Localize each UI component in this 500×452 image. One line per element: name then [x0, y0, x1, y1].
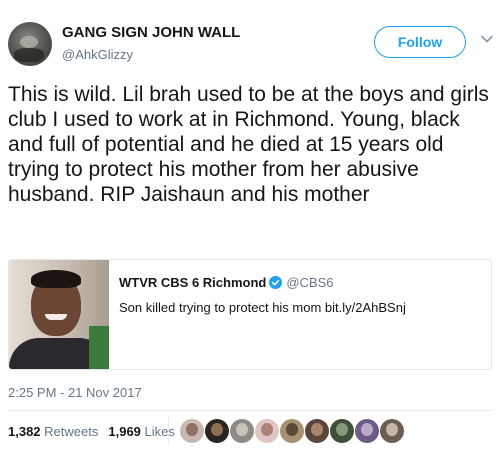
quoted-tweet-body: WTVR CBS 6 Richmond @CBS6 Son killed try… [119, 274, 483, 315]
avatar-shadow [14, 48, 44, 62]
image-hair [31, 270, 81, 288]
tweet-header: GANG SIGN JOHN WALL @AhkGlizzy Follow [8, 20, 494, 70]
stats-divider [8, 410, 492, 411]
liker-face [186, 423, 198, 436]
tweet-stats: 1,382 Retweets 1,969 Likes [8, 424, 175, 439]
liker-avatar[interactable] [255, 419, 279, 443]
liker-avatar[interactable] [380, 419, 404, 443]
retweets-count: 1,382 [8, 424, 41, 439]
liker-face [286, 423, 298, 436]
avatar-highlight [20, 36, 38, 48]
liker-avatar[interactable] [330, 419, 354, 443]
liker-face [211, 423, 223, 436]
liker-avatar[interactable] [355, 419, 379, 443]
chevron-down-icon[interactable] [480, 32, 494, 46]
stats-separator [168, 417, 169, 445]
liker-face [336, 423, 348, 436]
liker-avatar[interactable] [205, 419, 229, 443]
author-handle[interactable]: @AhkGlizzy [62, 47, 240, 62]
likes-count: 1,969 [108, 424, 141, 439]
author-display-name[interactable]: GANG SIGN JOHN WALL [62, 24, 240, 41]
quoted-handle[interactable]: @CBS6 [286, 275, 333, 290]
liker-avatar[interactable] [305, 419, 329, 443]
liker-face [261, 423, 273, 436]
quoted-tweet[interactable]: WTVR CBS 6 Richmond @CBS6 Son killed try… [8, 259, 492, 370]
liker-avatar[interactable] [230, 419, 254, 443]
retweets-label: Retweets [44, 424, 99, 439]
quoted-tweet-image[interactable] [9, 260, 109, 369]
follow-button[interactable]: Follow [374, 26, 466, 58]
likes-stat[interactable]: 1,969 Likes [108, 424, 175, 439]
liker-face [311, 423, 323, 436]
tweet-timestamp[interactable]: 2:25 PM - 21 Nov 2017 [8, 385, 142, 400]
author-avatar[interactable] [8, 22, 52, 66]
liker-face [236, 423, 248, 436]
liker-avatar[interactable] [180, 419, 204, 443]
retweets-stat[interactable]: 1,382 Retweets [8, 424, 98, 439]
image-sleeve [89, 326, 109, 369]
verified-badge-icon [269, 276, 283, 289]
liker-face [386, 423, 398, 436]
author-names: GANG SIGN JOHN WALL @AhkGlizzy [62, 24, 240, 62]
liker-face [361, 423, 373, 436]
quoted-tweet-header: WTVR CBS 6 Richmond @CBS6 [119, 274, 483, 292]
tweet-text: This is wild. Lil brah used to be at the… [8, 83, 489, 206]
quoted-display-name[interactable]: WTVR CBS 6 Richmond [119, 275, 266, 290]
image-smile [45, 314, 67, 320]
likes-label: Likes [144, 424, 175, 439]
liker-avatar[interactable] [280, 419, 304, 443]
quoted-tweet-text: Son killed trying to protect his mom bit… [119, 300, 406, 315]
